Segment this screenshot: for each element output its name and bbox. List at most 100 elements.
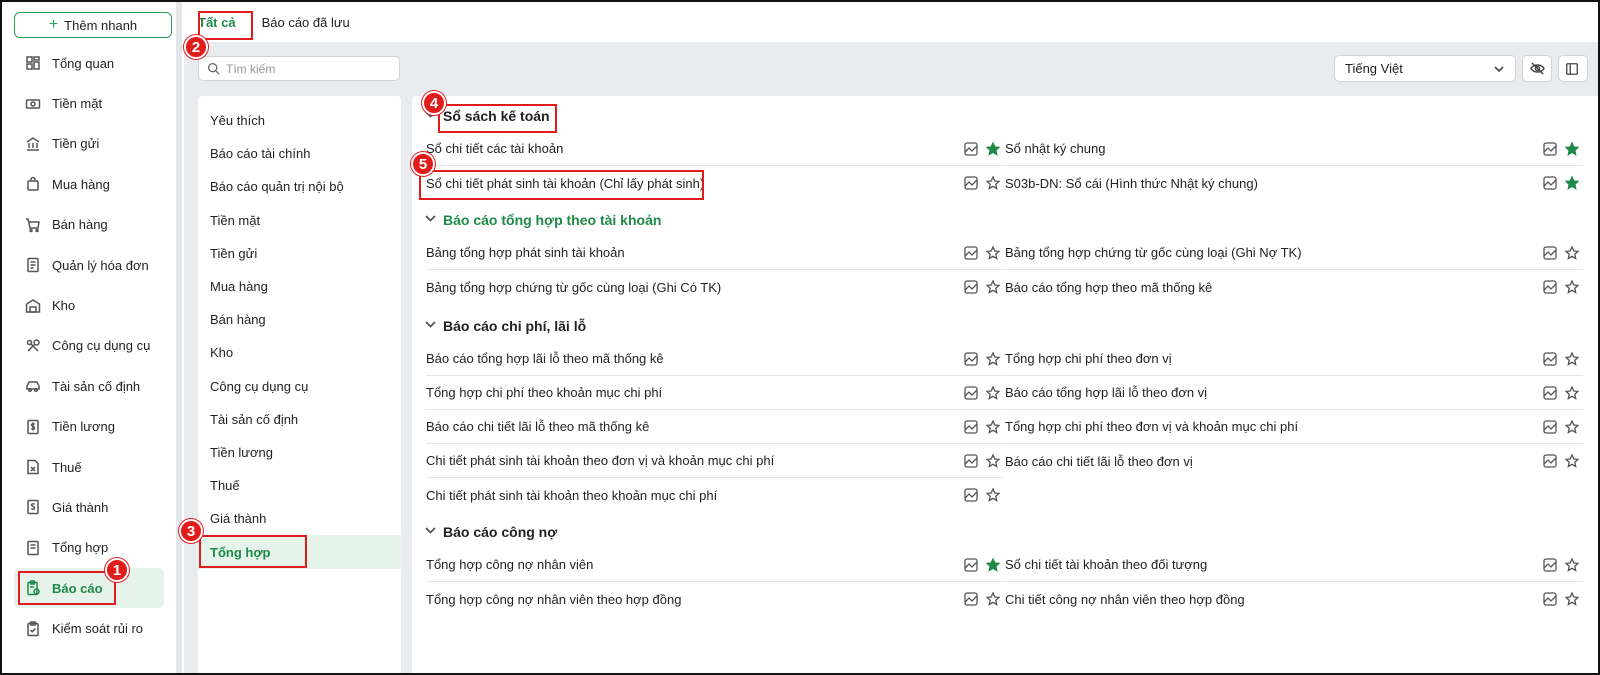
report-item[interactable]: Tổng hợp công nợ nhân viên theo hợp đồng <box>426 582 1004 616</box>
chart-preview-icon[interactable] <box>1539 554 1561 576</box>
report-item[interactable]: Bảng tổng hợp chứng từ gốc cùng loại (Gh… <box>1005 236 1583 270</box>
report-item[interactable]: Tổng hợp chi phí theo đơn vị và khoản mụ… <box>1005 410 1583 444</box>
star-icon[interactable] <box>982 172 1004 194</box>
report-item[interactable]: Báo cáo tổng hợp lãi lỗ theo mã thống kê <box>426 342 1004 376</box>
star-icon[interactable] <box>982 588 1004 610</box>
star-icon[interactable] <box>982 416 1004 438</box>
report-item[interactable]: Tổng hợp chi phí theo khoản mục chi phí <box>426 376 1004 410</box>
sidebar-item[interactable]: Tổng hợp <box>14 528 164 568</box>
star-icon[interactable] <box>1561 416 1583 438</box>
star-filled-icon[interactable] <box>1561 138 1583 160</box>
chart-preview-icon[interactable] <box>1539 276 1561 298</box>
sidebar-item[interactable]: Kho <box>14 285 164 325</box>
star-icon[interactable] <box>1561 348 1583 370</box>
layout-button[interactable] <box>1558 55 1588 82</box>
report-item[interactable]: Chi tiết công nợ nhân viên theo hợp đồng <box>1005 582 1583 616</box>
sidebar-item[interactable]: Báo cáo <box>14 568 164 609</box>
sidebar-item[interactable]: Mua hàng <box>14 164 164 204</box>
report-item[interactable]: Chi tiết phát sinh tài khoản theo khoản … <box>426 478 1004 512</box>
sidebar-item[interactable]: Tiền gửi <box>14 124 164 164</box>
chart-preview-icon[interactable] <box>960 588 982 610</box>
report-item[interactable]: Chi tiết phát sinh tài khoản theo đơn vị… <box>426 444 1004 478</box>
report-item[interactable]: Tổng hợp chi phí theo đơn vị <box>1005 342 1583 376</box>
chart-preview-icon[interactable] <box>1539 172 1561 194</box>
sidebar-item[interactable]: Tài sản cố định <box>14 366 164 406</box>
category-item[interactable]: Yêu thích <box>198 104 401 137</box>
language-select[interactable]: Tiếng Việt <box>1334 55 1516 82</box>
chart-preview-icon[interactable] <box>960 382 982 404</box>
category-item[interactable]: Tiền lương <box>198 436 401 469</box>
category-item[interactable]: Mua hàng <box>198 270 401 303</box>
star-icon[interactable] <box>1561 382 1583 404</box>
star-icon[interactable] <box>982 382 1004 404</box>
tab-all[interactable]: Tất cả <box>198 11 236 34</box>
sidebar-item[interactable]: Quản lý hóa đơn <box>14 245 164 285</box>
chart-preview-icon[interactable] <box>1539 588 1561 610</box>
category-item[interactable]: Tài sản cố định <box>198 403 401 436</box>
sidebar-item[interactable]: Tiền lương <box>14 407 164 447</box>
chart-preview-icon[interactable] <box>960 416 982 438</box>
report-item[interactable]: Báo cáo chi tiết lãi lỗ theo đơn vị <box>1005 444 1583 478</box>
category-item[interactable]: Thuế <box>198 469 401 502</box>
hide-button[interactable] <box>1522 55 1552 82</box>
star-icon[interactable] <box>1561 276 1583 298</box>
star-icon[interactable] <box>982 450 1004 472</box>
sidebar-item[interactable]: Tiền mặt <box>14 83 164 123</box>
report-item[interactable]: Sổ chi tiết tài khoản theo đối tượng <box>1005 548 1583 582</box>
report-item[interactable]: Sổ nhật ký chung <box>1005 132 1583 166</box>
report-item[interactable]: Sổ chi tiết phát sinh tài khoản (Chỉ lấy… <box>426 166 1004 200</box>
sidebar-item[interactable]: Kiểm soát rủi ro <box>14 608 164 648</box>
star-icon[interactable] <box>982 484 1004 506</box>
report-item[interactable]: Báo cáo tổng hợp lãi lỗ theo đơn vị <box>1005 376 1583 410</box>
section-header[interactable]: Báo cáo tổng hợp theo tài khoản <box>424 212 661 228</box>
category-item[interactable]: Kho <box>198 336 401 369</box>
tab-saved-reports[interactable]: Báo cáo đã lưu <box>262 11 350 34</box>
chart-preview-icon[interactable] <box>960 554 982 576</box>
category-item[interactable]: Tiền gửi <box>198 237 401 270</box>
search-input[interactable]: Tìm kiếm <box>198 56 400 81</box>
chart-preview-icon[interactable] <box>960 450 982 472</box>
chart-preview-icon[interactable] <box>1539 242 1561 264</box>
star-filled-icon[interactable] <box>982 554 1004 576</box>
sidebar-item[interactable]: Giá thành <box>14 487 164 527</box>
chart-preview-icon[interactable] <box>960 138 982 160</box>
report-item[interactable]: S03b-DN: Sổ cái (Hình thức Nhật ký chung… <box>1005 166 1583 200</box>
chart-preview-icon[interactable] <box>960 484 982 506</box>
report-item[interactable]: Bảng tổng hợp chứng từ gốc cùng loại (Gh… <box>426 270 1004 304</box>
chart-preview-icon[interactable] <box>1539 416 1561 438</box>
report-item[interactable]: Sổ chi tiết các tài khoản <box>426 132 1004 166</box>
star-icon[interactable] <box>1561 588 1583 610</box>
star-icon[interactable] <box>982 276 1004 298</box>
chart-preview-icon[interactable] <box>960 172 982 194</box>
chart-preview-icon[interactable] <box>1539 382 1561 404</box>
category-item[interactable]: Bán hàng <box>198 303 401 336</box>
chart-preview-icon[interactable] <box>1539 450 1561 472</box>
chart-preview-icon[interactable] <box>960 276 982 298</box>
report-item[interactable]: Báo cáo chi tiết lãi lỗ theo mã thống kê <box>426 410 1004 444</box>
sidebar-item[interactable]: Bán hàng <box>14 205 164 245</box>
report-item[interactable]: Báo cáo tổng hợp theo mã thống kê <box>1005 270 1583 304</box>
chart-preview-icon[interactable] <box>960 348 982 370</box>
sidebar-item[interactable]: Công cụ dụng cụ <box>14 326 164 366</box>
category-item[interactable]: Giá thành <box>198 502 401 535</box>
star-icon[interactable] <box>982 348 1004 370</box>
category-item[interactable]: Báo cáo tài chính <box>198 137 401 170</box>
report-item[interactable]: Bảng tổng hợp phát sinh tài khoản <box>426 236 1004 270</box>
chart-preview-icon[interactable] <box>1539 138 1561 160</box>
report-item[interactable]: Tổng hợp công nợ nhân viên <box>426 548 1004 582</box>
category-item[interactable]: Tổng hợp <box>198 535 401 569</box>
chart-preview-icon[interactable] <box>960 242 982 264</box>
sidebar-item[interactable]: Thuế <box>14 447 164 487</box>
sidebar-item[interactable]: Tổng quan <box>14 43 164 83</box>
category-item[interactable]: Báo cáo quản trị nội bộ <box>198 170 401 203</box>
chart-preview-icon[interactable] <box>1539 348 1561 370</box>
section-header[interactable]: Báo cáo công nợ <box>424 524 557 540</box>
category-item[interactable]: Tiền mặt <box>198 204 401 237</box>
star-icon[interactable] <box>1561 450 1583 472</box>
star-filled-icon[interactable] <box>982 138 1004 160</box>
quick-add-button[interactable]: + Thêm nhanh <box>14 12 172 38</box>
star-icon[interactable] <box>1561 554 1583 576</box>
star-filled-icon[interactable] <box>1561 172 1583 194</box>
category-item[interactable]: Công cụ dụng cụ <box>198 370 401 403</box>
star-icon[interactable] <box>1561 242 1583 264</box>
